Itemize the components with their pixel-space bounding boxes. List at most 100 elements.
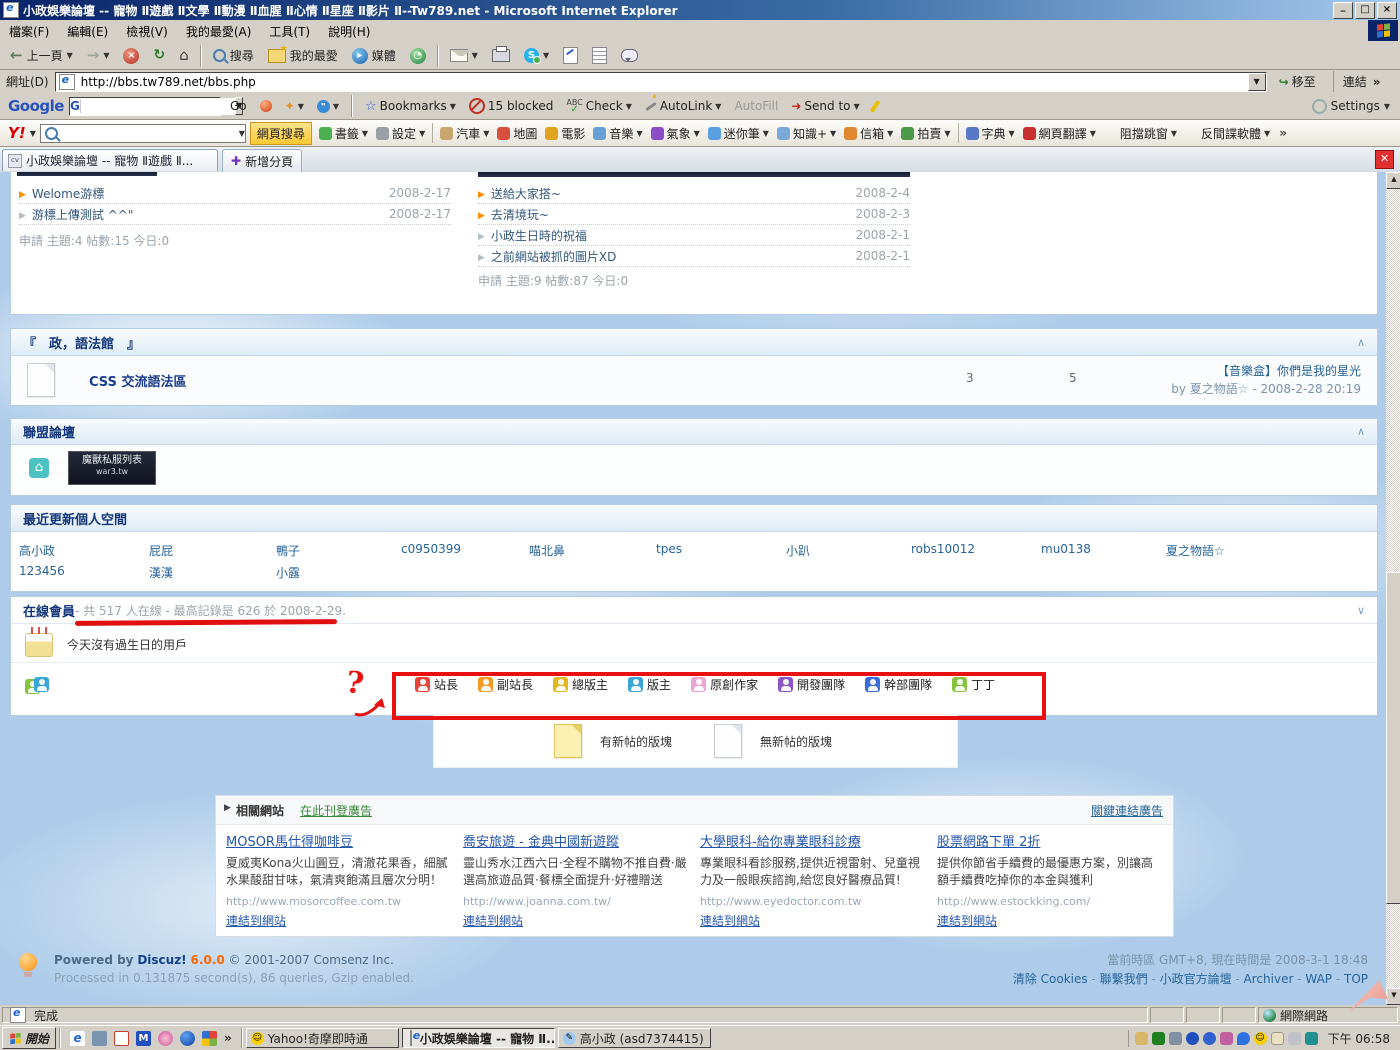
ad-title-link[interactable]: 喬安旅遊 - 金典中國新遊蹤 bbox=[463, 835, 619, 850]
tray-icon-purple[interactable] bbox=[1220, 1032, 1233, 1045]
taskbar-clock[interactable]: 下午 06:58 bbox=[1322, 1030, 1398, 1047]
yahoo-maps-button[interactable]: 地圖 bbox=[494, 123, 540, 144]
quicklaunch-icon[interactable]: M bbox=[136, 1031, 151, 1046]
forward-button[interactable]: →▼ bbox=[81, 46, 116, 65]
search-button[interactable]: 搜尋 bbox=[207, 45, 260, 66]
menu-favorites[interactable]: 我的最愛(A) bbox=[177, 21, 261, 42]
ad-title-link[interactable]: 大學眼科-給你專業眼科診療 bbox=[700, 835, 861, 850]
google-search-type-select[interactable]: G bbox=[70, 99, 81, 113]
tray-pen-icon[interactable] bbox=[1288, 1032, 1301, 1045]
thread-link[interactable]: 去清境玩~ bbox=[491, 206, 848, 223]
go-button[interactable]: ↪移至 bbox=[1272, 72, 1323, 91]
address-input[interactable] bbox=[79, 73, 1248, 91]
alliance-banner-image[interactable]: 魔獸私服列表 war3.tw bbox=[68, 451, 156, 485]
thread-link[interactable]: 之前網站被抓的圖片XD bbox=[491, 248, 848, 265]
quicklaunch-icon[interactable] bbox=[92, 1031, 107, 1046]
tab-active[interactable]: cv 小政娛樂論壇 -- 寵物 Ⅱ遊戲 Ⅱ... bbox=[2, 149, 218, 171]
quicklaunch-icon[interactable] bbox=[114, 1031, 129, 1046]
quicklaunch-icon[interactable] bbox=[158, 1031, 173, 1046]
collapse-chevron-icon[interactable]: ∧ bbox=[1357, 425, 1365, 438]
clear-cookies-link[interactable]: 清除 Cookies bbox=[1013, 972, 1088, 986]
menu-edit[interactable]: 編輯(E) bbox=[58, 21, 117, 42]
google-quotes-button[interactable]: ❞▼ bbox=[313, 98, 343, 115]
top-link[interactable]: TOP bbox=[1344, 972, 1368, 986]
ie-quicklaunch-icon[interactable]: e bbox=[70, 1031, 85, 1046]
google-settings-button[interactable]: Settings▼ bbox=[1312, 99, 1390, 114]
yahoo-web-search-button[interactable]: 網頁搜尋 bbox=[250, 122, 312, 145]
yahoo-cars-button[interactable]: 汽車▼ bbox=[437, 123, 492, 144]
user-space-link[interactable]: 鴨子 bbox=[276, 542, 300, 559]
back-dropdown-icon[interactable]: ▼ bbox=[67, 51, 73, 60]
user-space-link[interactable]: 小露 bbox=[276, 564, 300, 581]
media-button[interactable]: ▸媒體 bbox=[346, 45, 402, 66]
menu-file[interactable]: 檔案(F) bbox=[0, 21, 58, 42]
thread-link[interactable]: 游標上傳測試 ^^" bbox=[32, 206, 381, 223]
yahoo-movies-button[interactable]: 電影 bbox=[542, 123, 588, 144]
address-dropdown-icon[interactable]: ▼ bbox=[1248, 73, 1266, 91]
ad-goto-link[interactable]: 連結到網站 bbox=[463, 913, 523, 930]
links-label[interactable]: 連結 bbox=[1333, 71, 1373, 92]
quicklaunch-icon[interactable] bbox=[180, 1031, 195, 1046]
google-sendto-button[interactable]: ➜Send to▼ bbox=[787, 97, 863, 115]
new-tab-button[interactable]: ✚ 新增分頁 bbox=[222, 149, 302, 172]
contact-us-link[interactable]: 聯繫我們 bbox=[1100, 972, 1148, 986]
mail-button[interactable]: ▼ bbox=[444, 47, 484, 64]
thread-link[interactable]: 送給大家搭~ bbox=[491, 185, 848, 202]
user-space-link[interactable]: 夏之物語☆ bbox=[1166, 542, 1225, 559]
refresh-button[interactable]: ↻ bbox=[147, 46, 171, 65]
user-space-link[interactable]: 喵北鼻 bbox=[529, 542, 565, 559]
yahoo-bookmarks-button[interactable]: 書籤▼ bbox=[316, 123, 371, 144]
discuz-brand[interactable]: Discuz! bbox=[137, 953, 186, 967]
tray-icon-a[interactable] bbox=[1186, 1032, 1199, 1045]
google-star-button[interactable]: ✦▼ bbox=[281, 97, 308, 115]
google-autolink-button[interactable]: AutoLink▼ bbox=[641, 97, 726, 115]
user-space-link[interactable]: c0950399 bbox=[401, 542, 461, 556]
history-button[interactable]: ◔ bbox=[404, 46, 432, 66]
google-news-button[interactable] bbox=[256, 98, 276, 114]
yahoo-dictionary-button[interactable]: 字典▼ bbox=[963, 123, 1018, 144]
favorites-button[interactable]: 我的最愛 bbox=[262, 45, 344, 66]
yahoo-knowledge-button[interactable]: 知識+▼ bbox=[774, 123, 839, 144]
mail-dropdown-icon[interactable]: ▼ bbox=[472, 51, 478, 60]
section-title[interactable]: 『 政，語法館 』 bbox=[23, 333, 140, 352]
google-highlighter-button[interactable] bbox=[869, 98, 881, 115]
yahoo-translate-button[interactable]: 網頁翻譯▼ bbox=[1020, 123, 1099, 144]
ad-title-link[interactable]: MOSOR馬仕得咖啡豆 bbox=[226, 835, 353, 850]
google-spellcheck-button[interactable]: ABC✓Check▼ bbox=[562, 97, 635, 115]
yahoo-antispyware-button[interactable]: 反間諜軟體▼ bbox=[1182, 123, 1273, 144]
back-button[interactable]: ←上一頁▼ bbox=[4, 45, 79, 66]
maximize-button[interactable] bbox=[1355, 2, 1375, 19]
yahoo-smiley-icon[interactable]: ☺ bbox=[1254, 1032, 1267, 1045]
links-more-icon[interactable]: » bbox=[1373, 75, 1381, 89]
wap-link[interactable]: WAP bbox=[1305, 972, 1332, 986]
forward-dropdown-icon[interactable]: ▼ bbox=[103, 51, 109, 60]
volume-icon[interactable] bbox=[1135, 1032, 1148, 1045]
user-space-link[interactable]: mu0138 bbox=[1041, 542, 1091, 556]
section-title[interactable]: 聯盟論壇 bbox=[23, 422, 75, 441]
expand-chevron-icon[interactable]: ∨ bbox=[1357, 604, 1365, 617]
close-button[interactable] bbox=[1377, 2, 1397, 19]
user-space-link[interactable]: 屁屁 bbox=[149, 542, 173, 559]
yahoo-logo[interactable]: Y! bbox=[8, 124, 26, 142]
user-space-link[interactable]: 小趴 bbox=[786, 542, 810, 559]
official-forum-link[interactable]: 小政官方論壇 bbox=[1160, 972, 1232, 986]
yahoo-music-button[interactable]: 音樂▼ bbox=[590, 123, 645, 144]
tray-mail-icon[interactable] bbox=[1271, 1032, 1284, 1045]
yahoo-search-input[interactable] bbox=[61, 125, 236, 142]
yahoo-search-dropdown-icon[interactable]: ▼ bbox=[239, 129, 245, 138]
task-forum-window[interactable]: 小政娛樂論壇 -- 寵物 Ⅱ... bbox=[402, 1028, 555, 1048]
tabbar-close-button[interactable]: ✕ bbox=[1375, 150, 1394, 169]
thread-link[interactable]: 小政生日時的祝福 bbox=[491, 227, 848, 244]
ad-goto-link[interactable]: 連結到網站 bbox=[700, 913, 760, 930]
quicklaunch-icon[interactable] bbox=[202, 1031, 217, 1046]
archiver-link[interactable]: Archiver bbox=[1244, 972, 1294, 986]
menu-tools[interactable]: 工具(T) bbox=[260, 21, 319, 42]
discuss-button[interactable] bbox=[615, 47, 644, 64]
ad-goto-link[interactable]: 連結到網站 bbox=[226, 913, 286, 930]
scroll-up-button[interactable]: ▲ bbox=[1386, 172, 1400, 189]
user-space-link[interactable]: 漢漢 bbox=[149, 564, 173, 581]
scrollbar-thumb[interactable] bbox=[1386, 572, 1400, 904]
google-popup-blocker-button[interactable]: 15 blocked bbox=[465, 96, 558, 116]
menu-view[interactable]: 檢視(V) bbox=[117, 21, 177, 42]
google-autofill-button[interactable]: AutoFill bbox=[730, 97, 782, 115]
